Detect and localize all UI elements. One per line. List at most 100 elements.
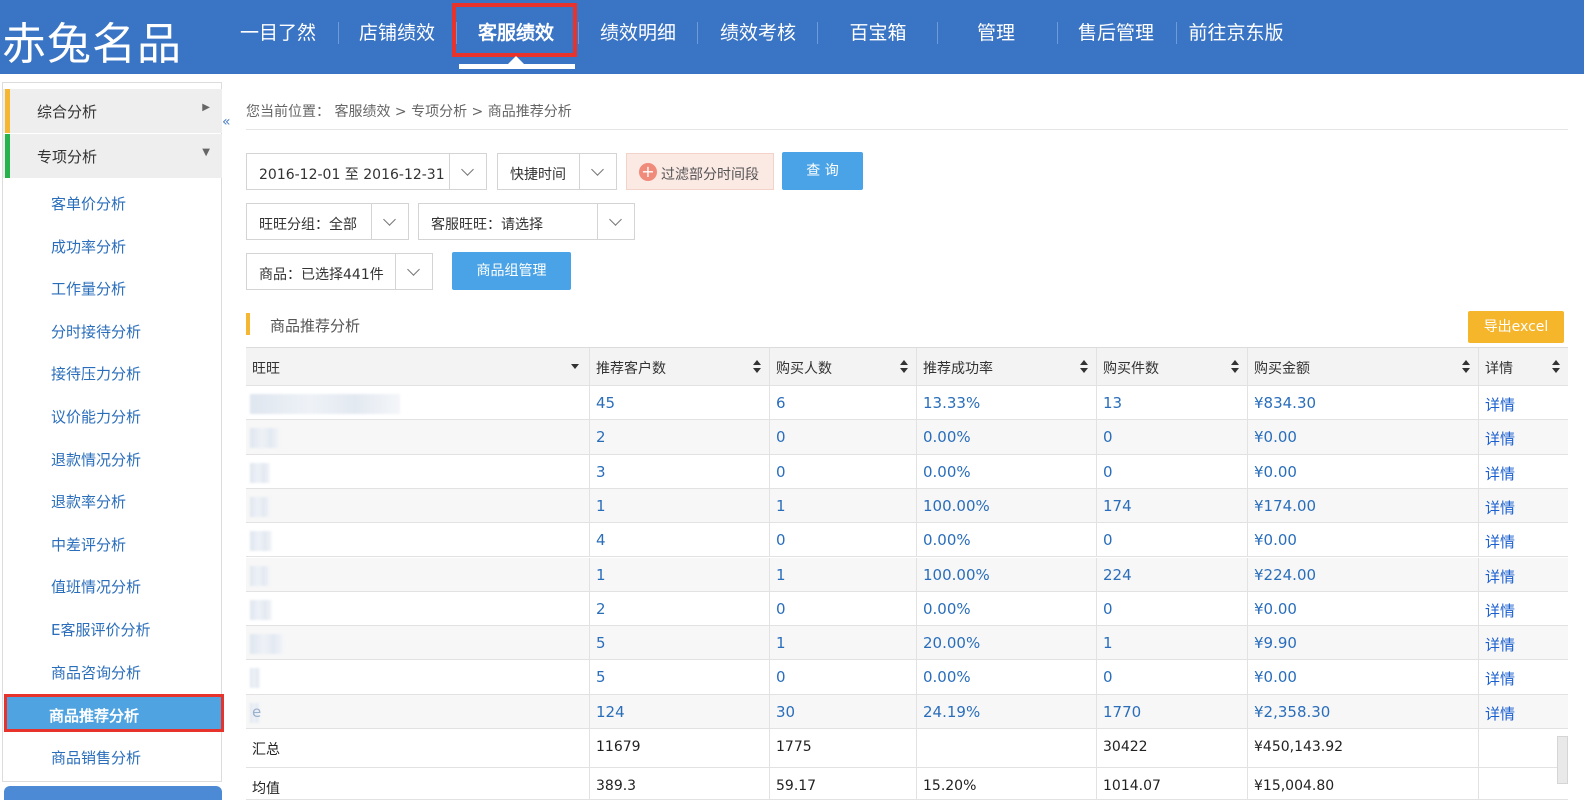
detail-link[interactable]: 详情 xyxy=(1485,600,1515,621)
table-cell: 11679 xyxy=(590,729,770,767)
wangwang-group-select[interactable]: 旺旺分组：全部 xyxy=(246,203,409,240)
detail-link[interactable]: 详情 xyxy=(1485,668,1515,689)
sidebar-bottom-tab[interactable] xyxy=(4,786,222,800)
sidebar-section-special-analysis[interactable]: 专项分析 ▼ xyxy=(3,134,222,178)
sort-icon[interactable] xyxy=(753,360,761,374)
export-excel-button[interactable]: 导出excel xyxy=(1468,311,1564,343)
date-range-select[interactable]: 2016-12-01 至 2016-12-31 xyxy=(246,153,487,190)
nav-performance-review[interactable]: 绩效考核 xyxy=(716,18,800,48)
sort-icon[interactable] xyxy=(1552,360,1560,374)
table-cell: 45 xyxy=(590,386,770,420)
cell-value: 1 xyxy=(776,634,786,653)
table-cell[interactable]: 详情 xyxy=(1479,626,1568,659)
sidebar-item-reception-pressure[interactable]: 接待压力分析 xyxy=(51,363,141,384)
chevron-down-icon[interactable] xyxy=(395,254,432,289)
sort-icon[interactable] xyxy=(1231,360,1239,374)
sidebar-item-product-inquiry[interactable]: 商品咨询分析 xyxy=(51,662,141,683)
detail-link[interactable]: 详情 xyxy=(1485,428,1515,449)
table-cell xyxy=(246,591,590,626)
filter-time-range-button[interactable]: + 过滤部分时间段 xyxy=(626,153,774,190)
table-cell: e xyxy=(246,694,590,728)
sidebar-item-bargaining[interactable]: 议价能力分析 xyxy=(51,406,141,427)
cell-value: 124 xyxy=(596,702,625,721)
column-header-amount[interactable]: 购买金额 xyxy=(1248,348,1479,385)
table-cell[interactable]: 详情 xyxy=(1479,523,1568,556)
detail-link[interactable]: 详情 xyxy=(1485,497,1515,518)
table-cell[interactable]: 详情 xyxy=(1479,558,1568,591)
detail-link[interactable]: 详情 xyxy=(1485,703,1515,724)
detail-link[interactable]: 详情 xyxy=(1485,634,1515,655)
table-row[interactable]: 1 1 100.00% 174 ¥174.00 详情 xyxy=(246,488,1568,524)
sidebar-item-negative-reviews[interactable]: 中差评分析 xyxy=(51,534,126,555)
sidebar-item-success-rate[interactable]: 成功率分析 xyxy=(51,236,126,257)
detail-link[interactable]: 详情 xyxy=(1485,394,1515,415)
cell-value: 均值 xyxy=(252,781,280,797)
table-row[interactable]: e 124 30 24.19% 1770 ¥2,358.30 详情 xyxy=(246,694,1568,729)
table-cell xyxy=(246,386,590,420)
table-row[interactable]: 45 6 13.33% 13 ¥834.30 详情 xyxy=(246,386,1568,421)
table-cell[interactable]: 详情 xyxy=(1479,386,1568,419)
detail-link[interactable]: 详情 xyxy=(1485,566,1515,587)
cell-value: 1 xyxy=(776,565,786,584)
quick-time-select[interactable]: 快捷时间 xyxy=(497,153,617,190)
sidebar-item-product-recommendation[interactable]: 商品推荐分析 xyxy=(4,694,224,732)
column-header-success-rate[interactable]: 推荐成功率 xyxy=(917,348,1097,385)
table-row[interactable]: 5 1 20.00% 1 ¥9.90 详情 xyxy=(246,626,1568,661)
table-row[interactable]: 2 0 0.00% 0 ¥0.00 详情 xyxy=(246,420,1568,455)
sidebar-item-duty[interactable]: 值班情况分析 xyxy=(51,576,141,597)
nav-divider xyxy=(1176,22,1177,44)
sort-icon[interactable] xyxy=(900,360,908,374)
sidebar-section-overall-analysis[interactable]: 综合分析 ▶ xyxy=(3,89,222,133)
table-cell[interactable]: 详情 xyxy=(1479,660,1568,693)
sort-icon[interactable] xyxy=(1462,360,1470,374)
table-row[interactable]: 1 1 100.00% 224 ¥224.00 详情 xyxy=(246,557,1568,592)
chevron-down-icon[interactable] xyxy=(579,154,616,189)
collapse-sidebar-icon[interactable]: « xyxy=(222,114,234,134)
detail-link[interactable]: 详情 xyxy=(1485,463,1515,484)
sidebar-item-workload[interactable]: 工作量分析 xyxy=(51,278,126,299)
product-select[interactable]: 商品：已选择441件 xyxy=(246,253,433,290)
column-header-detail[interactable]: 详情 xyxy=(1479,348,1568,385)
nav-performance-detail[interactable]: 绩效明细 xyxy=(596,18,680,48)
sidebar-item-hourly-reception[interactable]: 分时接待分析 xyxy=(51,321,141,342)
sidebar-item-e-service-rating[interactable]: E客服评价分析 xyxy=(51,619,150,640)
nav-overview[interactable]: 一目了然 xyxy=(236,18,320,48)
sidebar-item-refund-rate[interactable]: 退款率分析 xyxy=(51,491,126,512)
product-group-manage-button[interactable]: 商品组管理 xyxy=(452,252,571,290)
chevron-down-icon[interactable] xyxy=(597,204,634,239)
sidebar-item-unit-price[interactable]: 客单价分析 xyxy=(51,193,126,214)
logo[interactable]: 赤兔名品 xyxy=(2,8,182,72)
table-row[interactable]: 5 0 0.00% 0 ¥0.00 详情 xyxy=(246,660,1568,695)
table-cell: 2 xyxy=(590,420,770,454)
column-header-recommended-customers[interactable]: 推荐客户数 xyxy=(590,348,770,385)
nav-toolbox[interactable]: 百宝箱 xyxy=(846,18,910,48)
cell-value: ¥0.00 xyxy=(1254,462,1297,481)
table-row[interactable]: 4 0 0.00% 0 ¥0.00 详情 xyxy=(246,523,1568,558)
column-header-buyers[interactable]: 购买人数 xyxy=(770,348,917,385)
nav-jd-version[interactable]: 前往京东版 xyxy=(1185,18,1287,48)
sort-desc-icon[interactable] xyxy=(571,364,579,369)
table-cell[interactable]: 详情 xyxy=(1479,420,1568,453)
table-row[interactable]: 3 0 0.00% 0 ¥0.00 详情 xyxy=(246,454,1568,489)
table-cell[interactable]: 详情 xyxy=(1479,455,1568,488)
nav-manage[interactable]: 管理 xyxy=(975,18,1017,48)
query-button[interactable]: 查 询 xyxy=(782,152,863,190)
nav-after-sales[interactable]: 售后管理 xyxy=(1074,18,1158,48)
table-row[interactable]: 2 0 0.00% 0 ¥0.00 详情 xyxy=(246,591,1568,627)
sidebar-item-refund-status[interactable]: 退款情况分析 xyxy=(51,449,141,470)
chevron-down-icon[interactable] xyxy=(449,154,486,189)
scrollbar-thumb[interactable] xyxy=(1557,736,1568,784)
sort-icon[interactable] xyxy=(1080,360,1088,374)
column-header-items-bought[interactable]: 购买件数 xyxy=(1097,348,1248,385)
redacted-wangwang xyxy=(250,531,272,552)
chevron-down-icon[interactable] xyxy=(371,204,408,239)
table-cell[interactable]: 详情 xyxy=(1479,592,1568,625)
nav-store-performance[interactable]: 店铺绩效 xyxy=(355,18,439,48)
table-cell[interactable]: 详情 xyxy=(1479,489,1568,522)
sidebar-item-product-sales[interactable]: 商品销售分析 xyxy=(51,747,141,768)
detail-link[interactable]: 详情 xyxy=(1485,531,1515,552)
table-cell[interactable]: 详情 xyxy=(1479,695,1568,728)
service-wangwang-select[interactable]: 客服旺旺：请选择 xyxy=(418,203,635,240)
column-header-wangwang[interactable]: 旺旺 xyxy=(246,348,590,385)
breadcrumb: 您当前位置： 客服绩效 > 专项分析 > 商品推荐分析 xyxy=(246,104,572,120)
